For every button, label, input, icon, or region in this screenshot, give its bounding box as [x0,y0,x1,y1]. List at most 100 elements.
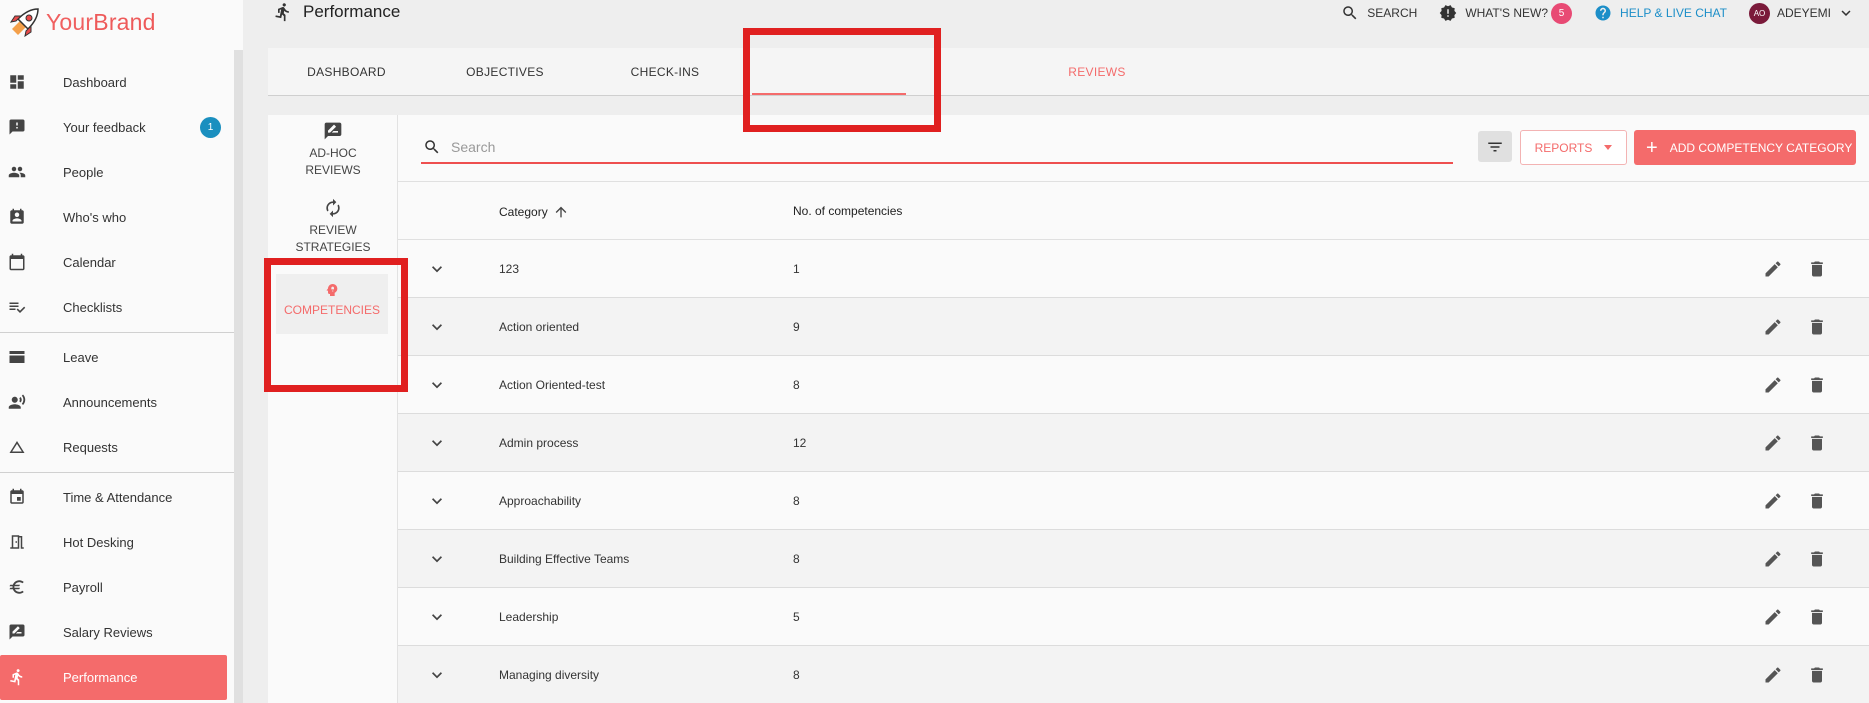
sidebar-item-salary-reviews[interactable]: Salary Reviews [0,610,234,655]
chevron-down-icon[interactable] [427,491,447,511]
caret-down-icon [1604,145,1613,150]
brand-name-part2: Brand [93,8,156,35]
checklist-icon [8,298,26,316]
table-row[interactable]: Approachability 8 [398,472,1869,530]
tab-label: REVIEWS [1068,65,1126,79]
whats-new-button[interactable]: WHAT'S NEW? 5 [1439,2,1573,24]
rate-review-icon [8,623,26,641]
sidebar-item-label: Time & Attendance [63,490,173,505]
chevron-down-icon[interactable] [427,665,447,685]
subnav-ad-hoc-reviews[interactable]: AD-HOC REVIEWS [268,119,398,189]
sidebar-item-label: Checklists [63,300,123,315]
column-header-count: No. of competencies [793,204,902,218]
sidebar-item-calendar[interactable]: Calendar [0,240,234,285]
delete-icon[interactable] [1807,259,1827,279]
edit-icon[interactable] [1763,433,1783,453]
global-search-button[interactable]: SEARCH [1341,4,1417,22]
plus-icon: + [1646,136,1658,159]
sidebar-item-your-feedback[interactable]: Your feedback 1 [0,105,234,150]
user-menu[interactable]: AO ADEYEMI [1748,2,1855,24]
delete-icon[interactable] [1807,433,1827,453]
toolbar: REPORTS + ADD COMPETENCY CATEGORY [398,115,1869,182]
tab-objectives[interactable]: OBJECTIVES [425,48,585,96]
category-cell: Approachability [499,494,582,508]
delete-icon[interactable] [1807,665,1827,685]
table-row[interactable]: Admin process 12 [398,414,1869,472]
sidebar-item-payroll[interactable]: Payroll [0,565,234,610]
sidebar-item-whos-who[interactable]: Who's who [0,195,234,240]
sidebar-item-leave[interactable]: Leave [0,335,234,380]
tab-label: DASHBOARD [307,65,386,79]
chevron-down-icon [1841,10,1851,16]
edit-icon[interactable] [1763,375,1783,395]
sidebar-item-hot-desking[interactable]: Hot Desking [0,520,234,565]
sidebar-item-performance[interactable]: Performance [0,655,227,700]
search-icon [425,139,439,153]
annotation-highlight-reviews [743,28,941,132]
sidebar-scrollbar[interactable] [234,50,243,703]
category-cell: 123 [499,262,520,276]
table-row[interactable]: 123 1 [398,240,1869,298]
filter-button[interactable] [1478,131,1512,162]
chevron-down-icon[interactable] [427,433,447,453]
help-live-chat-button[interactable]: HELP & LIVE CHAT [1594,4,1727,22]
sidebar-item-people[interactable]: People [0,150,234,195]
sidebar-item-announcements[interactable]: Announcements [0,380,234,425]
tab-check-ins[interactable]: CHECK-INS [585,48,745,96]
add-competency-category-button[interactable]: + ADD COMPETENCY CATEGORY [1634,130,1856,165]
table-row[interactable]: Action Oriented-test 8 [398,356,1869,414]
chevron-down-icon[interactable] [427,375,447,395]
event-icon [8,488,26,506]
page-title: Performance [273,2,400,22]
delete-icon[interactable] [1807,607,1827,627]
reviews-subnav: AD-HOC REVIEWS REVIEW STRATEGIES COMPETE… [268,115,398,703]
sidebar-item-label: Requests [63,440,118,455]
table-row[interactable]: Building Effective Teams 8 [398,530,1869,588]
top-bar: Performance SEARCH WHAT'S NEW? 5 HELP & … [243,0,1869,26]
sidebar-item-label: Performance [63,670,138,685]
edit-icon[interactable] [1763,549,1783,569]
tab-dashboard[interactable]: DASHBOARD [268,48,425,96]
chevron-down-icon[interactable] [427,317,447,337]
tab-reviews[interactable]: REVIEWS [1020,48,1174,96]
sidebar-item-requests[interactable]: Requests [0,425,234,470]
brand-logo[interactable]: YourBrand [6,6,156,38]
chevron-down-icon[interactable] [427,549,447,569]
new-releases-icon [1440,5,1457,21]
sidebar-item-label: Dashboard [63,75,127,90]
sidebar-item-label: Leave [63,350,99,365]
edit-icon[interactable] [1763,607,1783,627]
category-cell: Action Oriented-test [499,378,606,392]
table-row[interactable]: Leadership 5 [398,588,1869,646]
sidebar-nav: Dashboard Your feedback 1 People Who's w… [0,60,234,700]
category-cell: Leadership [499,610,559,624]
annotation-highlight-competencies [264,258,408,392]
sidebar-item-label: Who's who [63,210,127,225]
sidebar-item-dashboard[interactable]: Dashboard [0,60,234,105]
column-header-category[interactable]: Category [499,204,569,220]
help-icon [1595,5,1611,21]
arrow-up-icon [555,206,567,218]
table-row[interactable]: Managing diversity 8 [398,646,1869,703]
edit-icon[interactable] [1763,491,1783,511]
delete-icon[interactable] [1807,549,1827,569]
search-input[interactable] [451,138,1441,155]
edit-icon[interactable] [1763,665,1783,685]
delete-icon[interactable] [1807,317,1827,337]
reports-button[interactable]: REPORTS [1520,130,1627,165]
sidebar-item-label: Payroll [63,580,103,595]
delete-icon[interactable] [1807,491,1827,511]
edit-icon[interactable] [1763,317,1783,337]
sidebar-item-checklists[interactable]: Checklists [0,285,234,330]
brand-name-part1: Your [46,8,94,35]
filter-icon [1488,142,1502,151]
edit-icon[interactable] [1763,259,1783,279]
search-field[interactable] [421,131,1453,164]
chevron-down-icon[interactable] [427,259,447,279]
subnav-review-strategies[interactable]: REVIEW STRATEGIES [268,196,398,266]
sidebar-item-time-attendance[interactable]: Time & Attendance [0,475,234,520]
chevron-down-icon[interactable] [427,607,447,627]
subnav-label-line1: REVIEW [309,223,357,237]
delete-icon[interactable] [1807,375,1827,395]
table-row[interactable]: Action oriented 9 [398,298,1869,356]
